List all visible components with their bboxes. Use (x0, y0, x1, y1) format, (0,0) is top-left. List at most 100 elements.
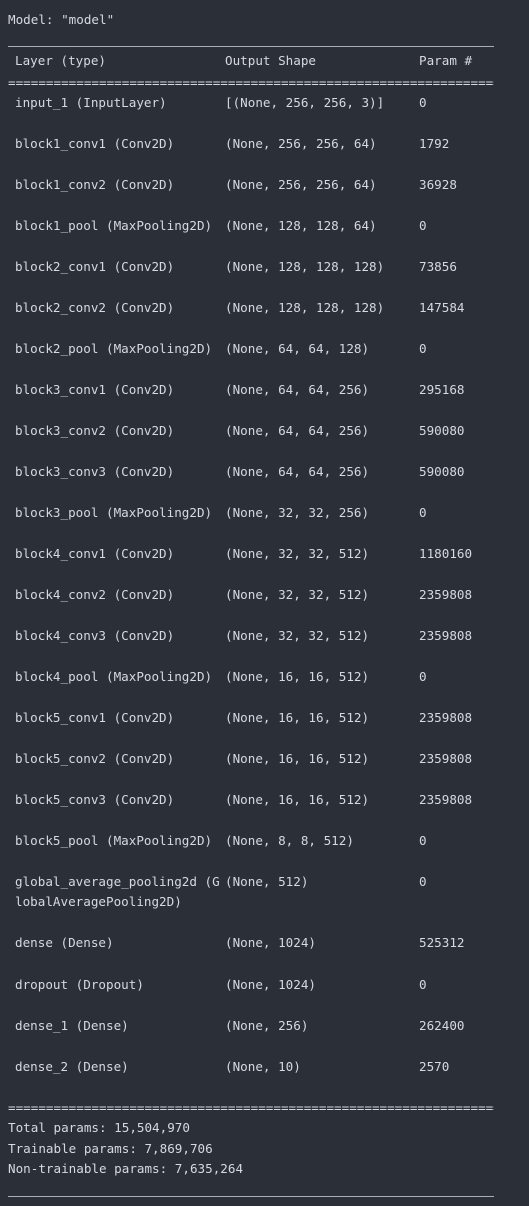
layer-name-cell: block2_conv1 (Conv2D) (15, 259, 175, 274)
output-shape-cell: (None, 512) (225, 874, 309, 889)
layer-name-cell: dense_1 (Dense) (15, 1018, 129, 1033)
output-shape-cell: (None, 10) (225, 1059, 301, 1074)
table-row: block3_pool (MaxPooling2D) (None, 32, 32,… (0, 503, 529, 543)
param-count-cell: 2359808 (419, 628, 473, 643)
output-shape-cell: (None, 64, 64, 256) (225, 464, 370, 479)
table-row: block3_conv2 (Conv2D) (None, 64, 64, 256)… (0, 421, 529, 461)
layer-name-cell: block2_conv2 (Conv2D) (15, 300, 175, 315)
trainable-params: Trainable params: 7,869,706 (8, 1141, 213, 1156)
non-trainable-params: Non-trainable params: 7,635,264 (8, 1161, 244, 1176)
param-count-cell: 0 (419, 977, 427, 992)
output-shape-cell: (None, 64, 64, 128) (225, 341, 370, 356)
layer-name-cell: block5_conv3 (Conv2D) (15, 792, 175, 807)
output-shape-cell: (None, 32, 32, 512) (225, 546, 370, 561)
output-shape-cell: (None, 8, 8, 512) (225, 833, 354, 848)
param-count-cell: 295168 (419, 382, 465, 397)
table-row: block5_conv3 (Conv2D) (None, 16, 16, 512)… (0, 790, 529, 830)
table-row: dropout (Dropout) (None, 1024) 0 (0, 975, 529, 1015)
output-shape-cell: (None, 16, 16, 512) (225, 751, 370, 766)
param-count-cell: 0 (419, 874, 427, 889)
output-shape-cell: (None, 128, 128, 64) (225, 218, 377, 233)
layer-name-cell: block4_conv2 (Conv2D) (15, 587, 175, 602)
layer-name-cell: global_average_pooling2d (G lobalAverage… (15, 874, 220, 909)
table-row: block5_pool (MaxPooling2D) (None, 8, 8, 5… (0, 831, 529, 871)
layer-name-cell: input_1 (InputLayer) (15, 95, 167, 110)
output-shape-cell: (None, 32, 32, 512) (225, 628, 370, 643)
table-row: global_average_pooling2d (G lobalAverage… (0, 872, 529, 912)
table-row: block4_conv1 (Conv2D) (None, 32, 32, 512)… (0, 544, 529, 584)
layer-name-cell: block1_conv1 (Conv2D) (15, 136, 175, 151)
output-shape-cell: (None, 256) (225, 1018, 309, 1033)
param-count-cell: 0 (419, 669, 427, 684)
header-separator: ========================================… (8, 75, 494, 90)
table-row: block2_conv2 (Conv2D) (None, 128, 128, 12… (0, 298, 529, 338)
param-count-cell: 0 (419, 95, 427, 110)
output-shape-cell: [(None, 256, 256, 3)] (225, 95, 385, 110)
param-count-cell: 1792 (419, 136, 450, 151)
table-row: input_1 (InputLayer) [(None, 256, 256, 3)… (0, 93, 529, 133)
table-row: dense_2 (Dense) (None, 10) 2570 (0, 1057, 529, 1097)
layer-name-cell: block3_conv3 (Conv2D) (15, 464, 175, 479)
output-shape-cell: (None, 16, 16, 512) (225, 669, 370, 684)
param-count-cell: 0 (419, 341, 427, 356)
table-row: block4_conv3 (Conv2D) (None, 32, 32, 512)… (0, 626, 529, 666)
output-shape-cell: (None, 1024) (225, 935, 316, 950)
layer-name-cell: dropout (Dropout) (15, 977, 144, 992)
table-row: block1_conv1 (Conv2D) (None, 256, 256, 64… (0, 134, 529, 174)
output-shape-cell: (None, 32, 32, 256) (225, 505, 370, 520)
header-layer: Layer (type) (15, 53, 106, 68)
table-row: block1_conv2 (Conv2D) (None, 256, 256, 64… (0, 175, 529, 215)
layer-name-cell: block4_conv3 (Conv2D) (15, 628, 175, 643)
table-row: block4_conv2 (Conv2D) (None, 32, 32, 512)… (0, 585, 529, 625)
output-shape-cell: (None, 32, 32, 512) (225, 587, 370, 602)
param-count-cell: 2359808 (419, 587, 473, 602)
layer-name-cell: block4_conv1 (Conv2D) (15, 546, 175, 561)
param-count-cell: 2359808 (419, 751, 473, 766)
header-output-shape: Output Shape (225, 53, 316, 68)
layer-name-cell: block1_pool (MaxPooling2D) (15, 218, 213, 233)
param-count-cell: 262400 (419, 1018, 465, 1033)
param-count-cell: 525312 (419, 935, 465, 950)
param-count-cell: 36928 (419, 177, 457, 192)
table-row: dense_1 (Dense) (None, 256) 262400 (0, 1016, 529, 1056)
header-param-count: Param # (419, 53, 473, 68)
param-count-cell: 147584 (419, 300, 465, 315)
param-count-cell: 590080 (419, 464, 465, 479)
layer-name-cell: block3_conv1 (Conv2D) (15, 382, 175, 397)
layer-name-cell: block3_pool (MaxPooling2D) (15, 505, 213, 520)
total-params: Total params: 15,504,970 (8, 1120, 190, 1135)
layer-name-cell: block3_conv2 (Conv2D) (15, 423, 175, 438)
output-shape-cell: (None, 64, 64, 256) (225, 423, 370, 438)
param-count-cell: 0 (419, 218, 427, 233)
footer-separator: ========================================… (8, 1100, 494, 1115)
table-row: block5_conv1 (Conv2D) (None, 16, 16, 512)… (0, 708, 529, 748)
output-shape-cell: (None, 64, 64, 256) (225, 382, 370, 397)
table-row: block2_conv1 (Conv2D) (None, 128, 128, 12… (0, 257, 529, 297)
output-shape-cell: (None, 1024) (225, 977, 316, 992)
layer-name-cell: block4_pool (MaxPooling2D) (15, 669, 213, 684)
table-row: dense (Dense) (None, 1024) 525312 (0, 933, 529, 973)
param-count-cell: 2359808 (419, 710, 473, 725)
param-count-cell: 0 (419, 833, 427, 848)
table-header: Layer (type) Output Shape Param # (0, 51, 529, 73)
output-shape-cell: (None, 16, 16, 512) (225, 710, 370, 725)
param-count-cell: 590080 (419, 423, 465, 438)
layer-name-cell: block1_conv2 (Conv2D) (15, 177, 175, 192)
param-count-cell: 2359808 (419, 792, 473, 807)
param-count-cell: 2570 (419, 1059, 450, 1074)
output-shape-cell: (None, 128, 128, 128) (225, 259, 385, 274)
layer-name-cell: block5_conv1 (Conv2D) (15, 710, 175, 725)
table-row: block4_pool (MaxPooling2D) (None, 16, 16,… (0, 667, 529, 707)
output-shape-cell: (None, 256, 256, 64) (225, 136, 377, 151)
table-row: block3_conv1 (Conv2D) (None, 64, 64, 256)… (0, 380, 529, 420)
output-shape-cell: (None, 256, 256, 64) (225, 177, 377, 192)
layer-name-cell: block5_pool (MaxPooling2D) (15, 833, 213, 848)
param-count-cell: 73856 (419, 259, 457, 274)
param-count-cell: 0 (419, 505, 427, 520)
bottom-rule (8, 1196, 494, 1197)
top-rule (8, 46, 494, 47)
layer-name-cell: block2_pool (MaxPooling2D) (15, 341, 213, 356)
table-row: block1_pool (MaxPooling2D) (None, 128, 12… (0, 216, 529, 256)
table-row: block2_pool (MaxPooling2D) (None, 64, 64,… (0, 339, 529, 379)
param-count-cell: 1180160 (419, 546, 473, 561)
